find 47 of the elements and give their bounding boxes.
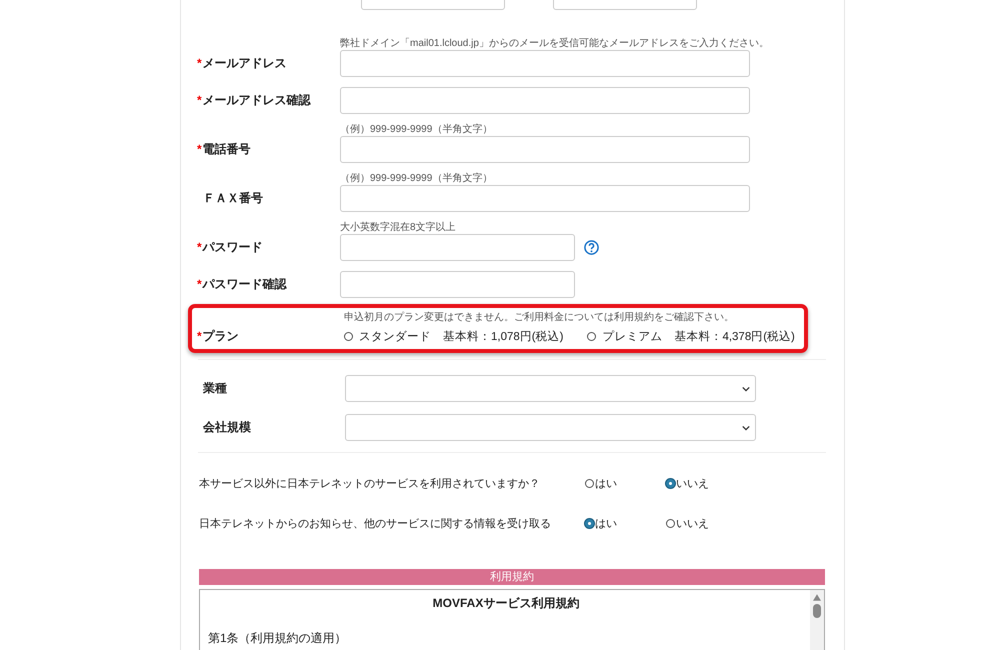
option-label[interactable]: はい <box>595 516 617 530</box>
option-label[interactable]: はい <box>595 476 617 490</box>
option-label[interactable]: スタンダード <box>359 329 431 344</box>
field-label: ＦＡＸ番号 <box>202 190 264 207</box>
field-hint: 弊社ドメイン「mail01.lcloud.jp」からのメールを受信可能なメールアドレスをご入力ください。 <box>340 38 770 50</box>
field-label: *パスワード確認 <box>196 276 288 293</box>
field-hint: 申込初月のプラン変更はできません。ご利用料金については利用規約をご確認下さい。 <box>343 312 735 324</box>
field-label: *プラン <box>197 328 240 345</box>
field-label: *メールアドレス <box>196 55 288 72</box>
scroll-up-icon[interactable] <box>813 594 821 601</box>
radio-button[interactable] <box>585 518 594 528</box>
input-field[interactable] <box>340 50 750 77</box>
input-field[interactable] <box>340 185 750 212</box>
scrollbar[interactable] <box>810 590 824 650</box>
option-label[interactable]: いいえ <box>676 476 709 490</box>
dropdown[interactable] <box>345 375 756 402</box>
field-hint: （例）999-999-9999（半角文字） <box>340 173 494 185</box>
chevron-icon <box>742 425 750 431</box>
scroll-thumb[interactable] <box>813 604 821 618</box>
radio-button[interactable] <box>587 332 596 341</box>
radio-button[interactable] <box>344 332 353 341</box>
help-icon[interactable] <box>584 240 599 255</box>
input-field[interactable] <box>340 234 575 261</box>
field-label: 業種 <box>202 380 228 397</box>
question-text: 日本テレネットからのお知らせ、他のサービスに関する情報を受け取る <box>198 516 552 530</box>
chevron-icon <box>742 386 750 392</box>
price-label: 基本料：4,378円(税込) <box>674 330 795 344</box>
input-field[interactable] <box>340 271 575 298</box>
field-hint: （例）999-999-9999（半角文字） <box>340 124 494 136</box>
dropdown[interactable] <box>345 414 756 441</box>
price-label: 基本料：1,078円(税込) <box>443 330 564 344</box>
radio-button[interactable] <box>666 478 675 488</box>
field-hint: 大小英数字混在8文字以上 <box>340 222 457 234</box>
radio-button[interactable] <box>666 518 675 528</box>
radio-button[interactable] <box>585 478 594 488</box>
terms-text: 第1条（利用規約の適用） <box>208 630 348 647</box>
field-label: 会社規模 <box>202 419 252 436</box>
terms-title: MOVFAXサービス利用規約 <box>432 595 580 612</box>
field-label: *電話番号 <box>196 141 252 158</box>
option-label[interactable]: いいえ <box>676 516 709 530</box>
section-header: 利用規約 <box>199 569 825 585</box>
option-label[interactable]: プレミアム <box>602 329 662 344</box>
field-label: *パスワード <box>196 239 264 256</box>
field-label: *メールアドレス確認 <box>196 92 312 109</box>
input-field[interactable] <box>340 87 750 114</box>
input-field[interactable] <box>340 136 750 163</box>
question-text: 本サービス以外に日本テレネットのサービスを利用されていますか？ <box>198 476 541 490</box>
